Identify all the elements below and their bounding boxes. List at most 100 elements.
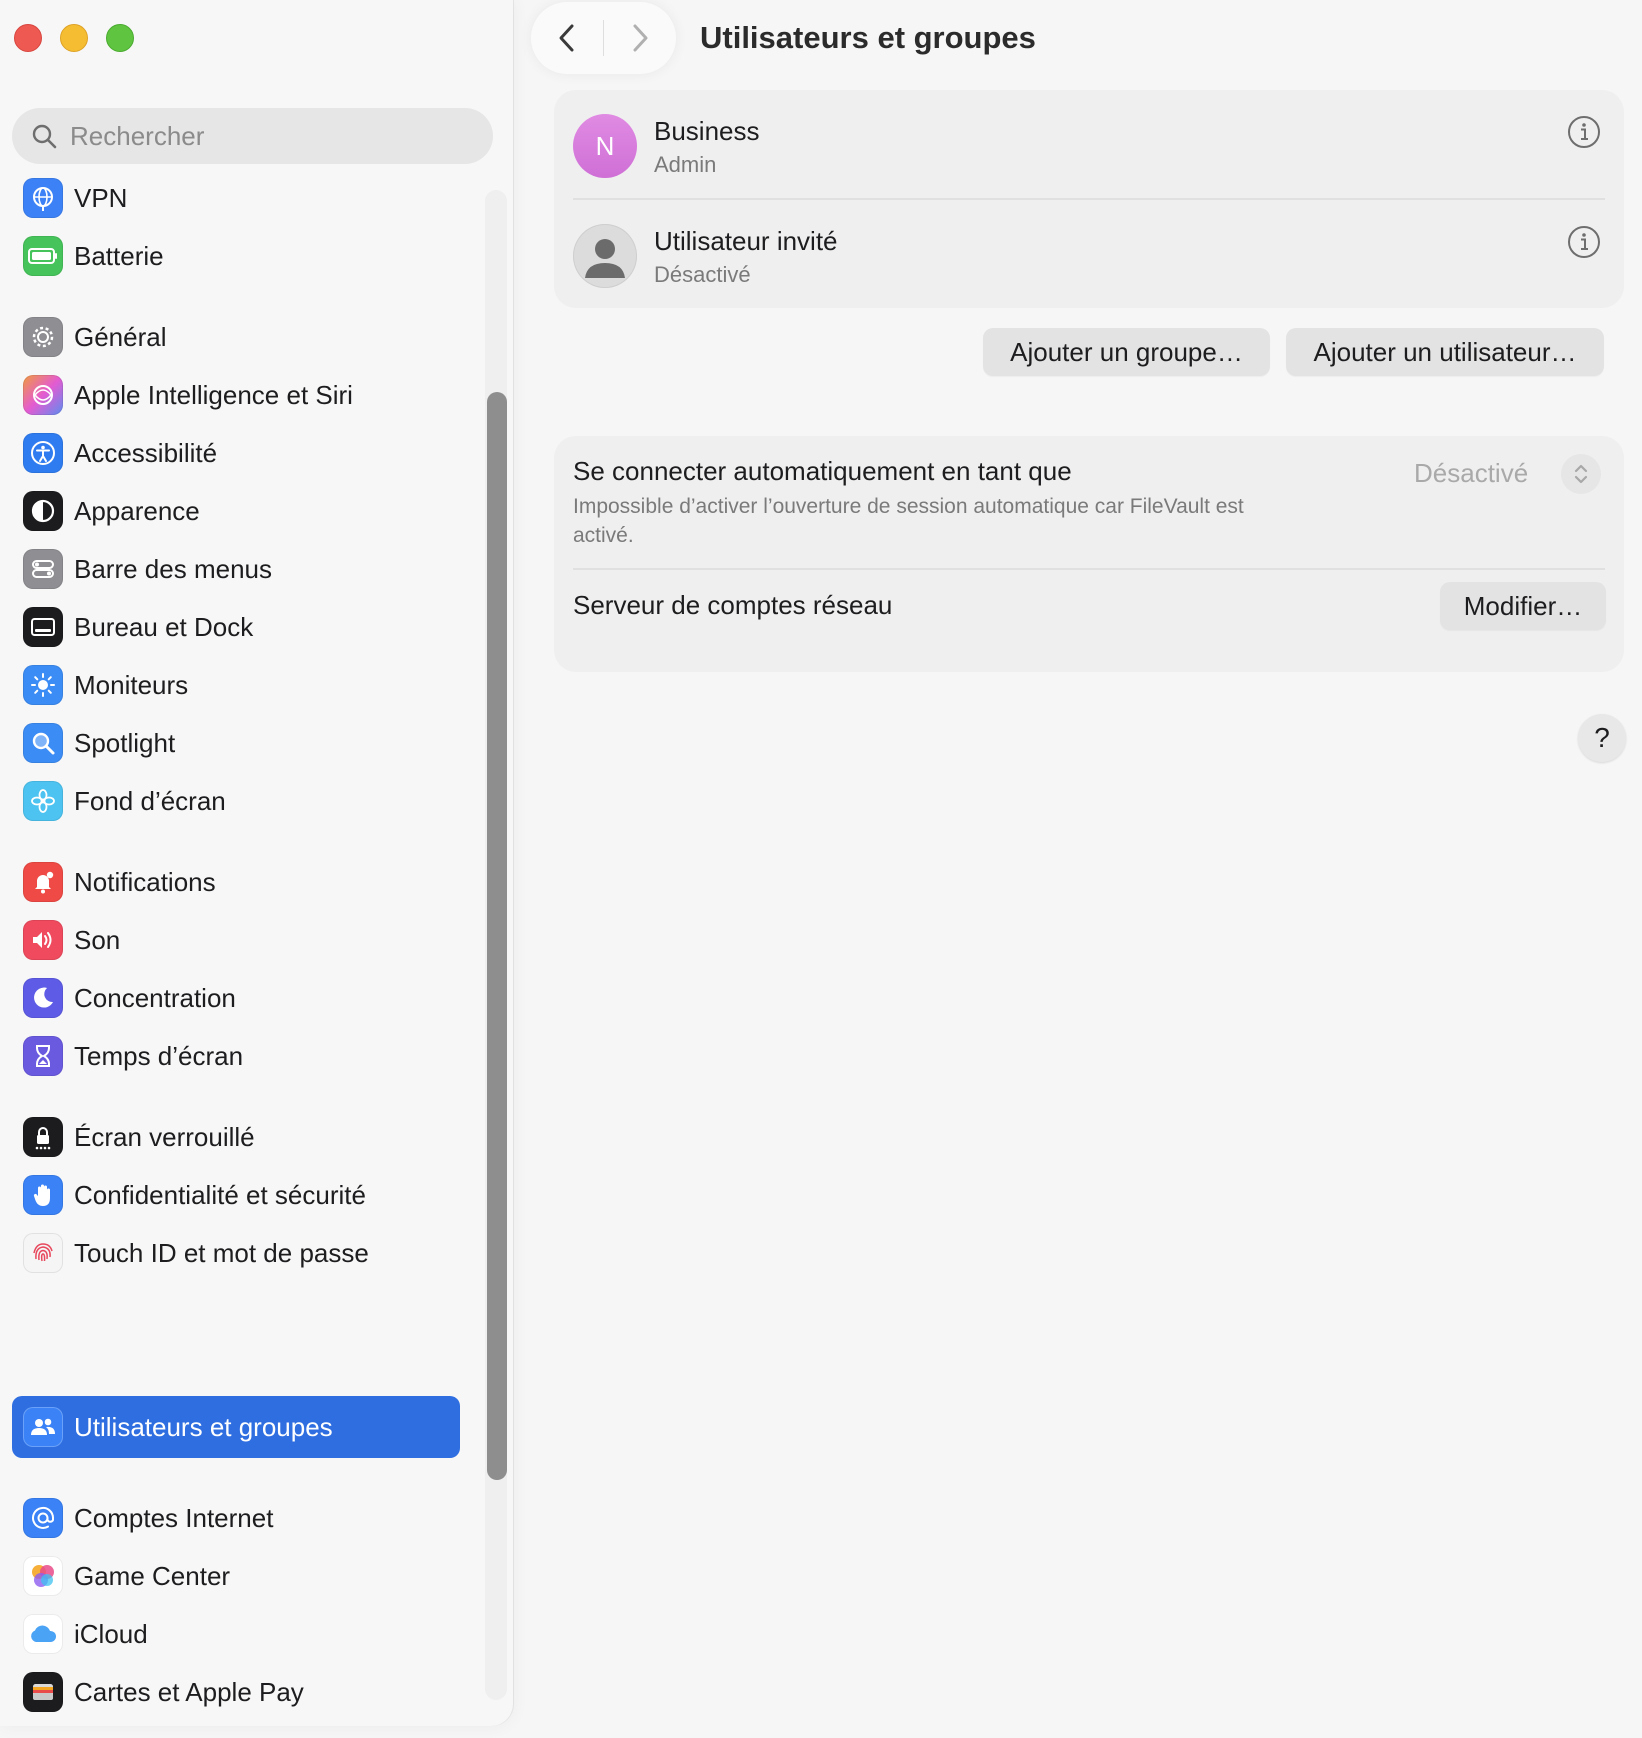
sidebar-item-label: Bureau et Dock — [74, 611, 254, 642]
gamecenter-icon — [23, 1556, 63, 1596]
user-name: Business — [654, 116, 760, 146]
navigation-buttons — [531, 2, 676, 74]
sidebar-item-spotlight[interactable]: Spotlight — [12, 712, 460, 774]
battery-icon — [23, 236, 63, 276]
sidebar-item-label: Fond d’écran — [74, 785, 226, 816]
updown-chevron-icon — [1574, 464, 1588, 484]
sidebar-item-icloud[interactable]: iCloud — [12, 1603, 460, 1665]
sidebar-item-label: Batterie — [74, 240, 164, 271]
user-role: Admin — [654, 152, 717, 177]
cloud-icon — [23, 1614, 63, 1654]
system-settings-window: Rechercher VPN Batterie Général Apple In… — [0, 0, 1642, 1738]
at-icon — [23, 1498, 63, 1538]
add-group-button[interactable]: Ajouter un groupe… — [983, 328, 1270, 376]
sidebar-item-displays[interactable]: Moniteurs — [12, 654, 460, 716]
menubar-icon — [23, 549, 63, 589]
gear-icon — [23, 317, 63, 357]
sidebar-item-users-groups[interactable]: Utilisateurs et groupes — [12, 1396, 460, 1458]
sidebar-item-label: Utilisateurs et groupes — [74, 1411, 333, 1442]
users-list: N Business Admin Utilisateur invité Désa… — [554, 90, 1624, 308]
sidebar-item-sound[interactable]: Son — [12, 909, 460, 971]
sidebar-item-label: Moniteurs — [74, 669, 189, 700]
sidebar-item-label: Comptes Internet — [74, 1502, 274, 1533]
sidebar-item-label: Apple Intelligence et Siri — [74, 379, 353, 410]
sidebar-item-label: Game Center — [74, 1560, 231, 1591]
forward-button[interactable] — [604, 2, 676, 74]
sidebar-item-internet-accounts[interactable]: Comptes Internet — [12, 1487, 460, 1549]
sidebar: Rechercher VPN Batterie Général Apple In… — [0, 0, 513, 1726]
modify-button[interactable]: Modifier… — [1440, 582, 1606, 630]
info-icon[interactable] — [1566, 114, 1602, 150]
siri-icon — [23, 375, 63, 415]
appearance-icon — [23, 491, 63, 531]
avatar: N — [573, 114, 637, 178]
sidebar-item-accessibility[interactable]: Accessibilité — [12, 422, 460, 484]
sidebar-item-label: Spotlight — [74, 727, 176, 758]
page-title: Utilisateurs et groupes — [700, 20, 1036, 55]
sidebar-item-label: Concentration — [74, 982, 236, 1013]
sidebar-item-desktop-dock[interactable]: Bureau et Dock — [12, 596, 460, 658]
sidebar-item-screen-time[interactable]: Temps d’écran — [12, 1025, 460, 1087]
auto-login-description: Impossible d’activer l’ouverture de sess… — [573, 495, 1244, 547]
auto-login-label: Se connecter automatiquement en tant que — [573, 456, 1072, 486]
wallet-icon — [23, 1672, 63, 1712]
sidebar-item-game-center[interactable]: Game Center — [12, 1545, 460, 1607]
user-row-guest[interactable]: Utilisateur invité Désactivé — [554, 200, 1624, 310]
window-controls — [14, 24, 134, 52]
network-server-label: Serveur de comptes réseau — [573, 590, 893, 620]
avatar — [573, 224, 637, 288]
minimize-window-button[interactable] — [60, 24, 88, 52]
sidebar-item-label: Écran verrouillé — [74, 1121, 255, 1152]
login-divider — [573, 568, 1605, 570]
login-options: Se connecter automatiquement en tant que… — [554, 436, 1624, 672]
sidebar-item-general[interactable]: Général — [12, 306, 460, 368]
sidebar-item-appearance[interactable]: Apparence — [12, 480, 460, 542]
info-icon[interactable] — [1566, 224, 1602, 260]
accessibility-icon — [23, 433, 63, 473]
sidebar-item-focus[interactable]: Concentration — [12, 967, 460, 1029]
speaker-icon — [23, 920, 63, 960]
sidebar-item-label: Temps d’écran — [74, 1040, 244, 1071]
sidebar-item-wallpaper[interactable]: Fond d’écran — [12, 770, 460, 832]
sidebar-scrollbar-thumb[interactable] — [487, 392, 507, 1480]
add-user-button[interactable]: Ajouter un utilisateur… — [1286, 328, 1604, 376]
search-icon — [32, 124, 57, 149]
flower-icon — [23, 781, 63, 821]
sidebar-item-siri[interactable]: Apple Intelligence et Siri — [12, 364, 460, 426]
sidebar-item-vpn[interactable]: VPN — [12, 167, 460, 229]
sidebar-item-privacy[interactable]: Confidentialité et sécurité — [12, 1164, 460, 1226]
sidebar-item-wallet[interactable]: Cartes et Apple Pay — [12, 1661, 460, 1723]
sidebar-item-label: Notifications — [74, 866, 216, 897]
sidebar-item-menubar[interactable]: Barre des menus — [12, 538, 460, 600]
zoom-window-button[interactable] — [106, 24, 134, 52]
sidebar-item-label: iCloud — [74, 1618, 148, 1649]
close-window-button[interactable] — [14, 24, 42, 52]
back-button[interactable] — [531, 2, 603, 74]
bell-icon — [23, 862, 63, 902]
sidebar-item-label: Accessibilité — [74, 437, 218, 468]
sidebar-item-battery[interactable]: Batterie — [12, 225, 460, 287]
chevron-right-icon — [633, 24, 648, 52]
lock-icon — [23, 1117, 63, 1157]
dock-icon — [23, 607, 63, 647]
sidebar-item-label: Cartes et Apple Pay — [74, 1676, 304, 1707]
sidebar-item-label: Confidentialité et sécurité — [74, 1179, 366, 1210]
sidebar-item-lock-screen[interactable]: Écran verrouillé — [12, 1106, 460, 1168]
auto-login-value: Désactivé — [1414, 458, 1529, 488]
auto-login-popup[interactable] — [1561, 454, 1601, 494]
sun-icon — [23, 665, 63, 705]
globe-icon — [23, 178, 63, 218]
sidebar-item-label: VPN — [74, 182, 128, 213]
sidebar-item-label: Apparence — [74, 495, 200, 526]
sidebar-item-label: Barre des menus — [74, 553, 272, 584]
user-row-business[interactable]: N Business Admin — [554, 90, 1624, 200]
fingerprint-icon — [23, 1233, 63, 1273]
users-icon — [23, 1407, 63, 1447]
sidebar-item-notifications[interactable]: Notifications — [12, 851, 460, 913]
user-role: Désactivé — [654, 262, 751, 287]
user-name: Utilisateur invité — [654, 226, 838, 256]
help-button[interactable]: ? — [1578, 714, 1626, 762]
sidebar-item-touch-id[interactable]: Touch ID et mot de passe — [12, 1222, 460, 1284]
chevron-left-icon — [559, 24, 574, 52]
search-field[interactable]: Rechercher — [12, 108, 493, 164]
